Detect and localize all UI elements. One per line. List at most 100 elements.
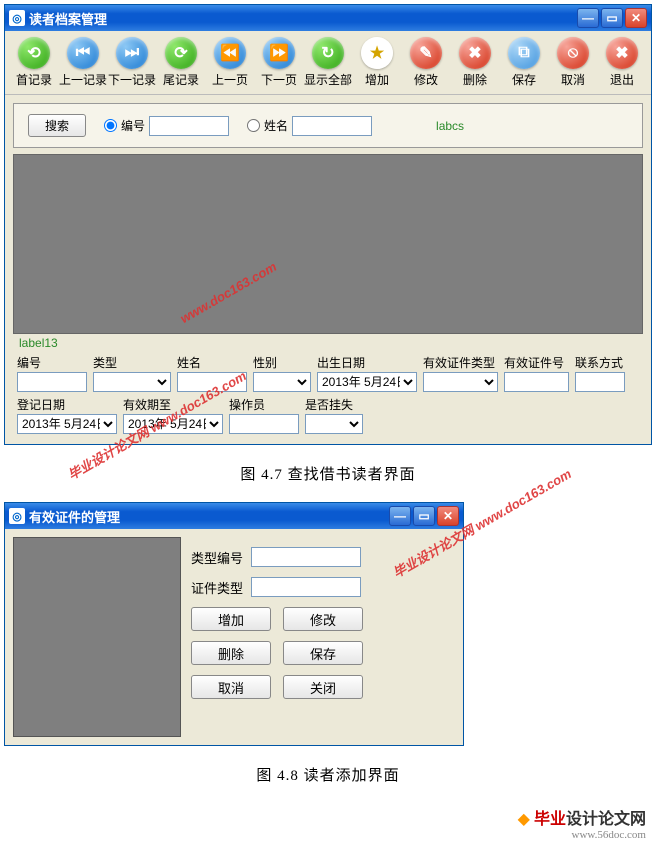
fld-cert-type[interactable] [251,577,361,597]
lbl-operator: 操作员 [229,396,299,413]
radio-id[interactable] [104,119,117,132]
fld-gender[interactable] [253,372,311,392]
exit-button[interactable]: ✖ 退出 [599,35,645,90]
id-input[interactable] [149,116,229,136]
fld-expire[interactable]: 2013年 5月24日 [123,414,223,434]
label13: label13 [13,334,643,352]
titlebar: ◎ 有效证件的管理 — ▭ ✕ [5,503,463,529]
fld-cert-no[interactable] [504,372,569,392]
lbl-name: 姓名 [177,354,247,371]
edit-button[interactable]: 修改 [283,607,363,631]
fld-operator[interactable] [229,414,299,434]
fld-lost[interactable] [305,414,363,434]
maximize-button[interactable]: ▭ [413,506,435,526]
cancel-button[interactable]: 取消 [191,675,271,699]
radio-name[interactable] [247,119,260,132]
add-button[interactable]: ★ 增加 [354,35,400,90]
save-button[interactable]: ⧉保存 [501,35,547,90]
save-button[interactable]: 保存 [283,641,363,665]
form-row-1: 编号 类型 姓名 性别 出生日期2013年 5月24日 有效证件类型 有效证件号… [13,352,643,394]
fld-contact[interactable] [575,372,625,392]
next-page-button[interactable]: ⏩ 下一页 [256,35,302,90]
search-button[interactable]: 搜索 [28,114,86,137]
lbl-birth: 出生日期 [317,354,417,371]
first-record-button[interactable]: ⟲ 首记录 [11,35,57,90]
radio-id-label: 编号 [121,117,145,134]
minimize-button[interactable]: — [389,506,411,526]
toolbar-label: 删除 [463,71,487,88]
figure-caption-1: 图 4.7 查找借书读者界面 [0,449,656,498]
fld-id[interactable] [17,372,87,392]
lbl-lost: 是否挂失 [305,396,363,413]
close-button[interactable]: ✕ [625,8,647,28]
window-title: 有效证件的管理 [29,507,389,526]
next-page-icon: ⏩ [263,37,295,69]
prev-record-button[interactable]: ⏮ 上一记录 [60,35,106,90]
add-icon: ★ [361,37,393,69]
prev-page-icon: ⏪ [214,37,246,69]
watermark: www.doc163.com [178,259,280,326]
fld-type-id[interactable] [251,547,361,567]
fld-reg-date[interactable]: 2013年 5月24日 [17,414,117,434]
labcs-label: labcs [430,117,470,135]
name-input[interactable] [292,116,372,136]
first-record-icon: ⟲ [18,37,50,69]
window-title: 读者档案管理 [29,9,577,28]
prev-record-icon: ⏮ [67,37,99,69]
lbl-contact: 联系方式 [575,354,625,371]
lbl-gender: 性别 [253,354,311,371]
toolbar: ⟲首记录⏮上一记录⏭下一记录⟳尾记录⏪上一页⏩下一页↻显示全部★增加✎修改✖删除… [5,31,651,95]
lbl-cert-no: 有效证件号 [504,354,569,371]
last-record-icon: ⟳ [165,37,197,69]
lbl-cert-type: 有效证件类型 [423,354,498,371]
footer-url: www.56doc.com [10,829,646,841]
data-grid[interactable]: www.doc163.com [13,154,643,334]
show-all-button[interactable]: ↻显示全部 [305,35,351,90]
form-row-2: 登记日期2013年 5月24日 有效期至2013年 5月24日 操作员 是否挂失 [13,394,643,436]
delete-button[interactable]: 删除 [191,641,271,665]
lbl-expire: 有效期至 [123,396,223,413]
certificate-mgmt-window: ◎ 有效证件的管理 — ▭ ✕ 类型编号 证件类型 增加 修改 删除 保存 [4,502,464,746]
close-button[interactable]: ✕ [437,506,459,526]
toolbar-label: 取消 [561,71,585,88]
figure-caption-2: 图 4.8 读者添加界面 [0,750,656,799]
toolbar-label: 下一页 [261,71,297,88]
cancel-button[interactable]: ⦸ 取消 [550,35,596,90]
exit-icon: ✖ [606,37,638,69]
close-button[interactable]: 关闭 [283,675,363,699]
maximize-button[interactable]: ▭ [601,8,623,28]
minimize-button[interactable]: — [577,8,599,28]
prev-page-button[interactable]: ⏪ 上一页 [207,35,253,90]
toolbar-label: 显示全部 [304,71,352,88]
app-icon: ◎ [9,10,25,26]
form-panel: 类型编号 证件类型 增加 修改 删除 保存 取消 关闭 [191,537,455,737]
toolbar-label: 下一记录 [108,71,156,88]
delete-button[interactable]: ✖删除 [452,35,498,90]
toolbar-label: 修改 [414,71,438,88]
toolbar-label: 上一记录 [59,71,107,88]
add-button[interactable]: 增加 [191,607,271,631]
toolbar-label: 增加 [365,71,389,88]
toolbar-label: 退出 [610,71,634,88]
cancel-icon: ⦸ [557,37,589,69]
next-record-button[interactable]: ⏭ 下一记录 [109,35,155,90]
lbl-id: 编号 [17,354,87,371]
toolbar-label: 上一页 [212,71,248,88]
fld-name[interactable] [177,372,247,392]
lbl-reg-date: 登记日期 [17,396,117,413]
fld-birth[interactable]: 2013年 5月24日 [317,372,417,392]
next-record-icon: ⏭ [116,37,148,69]
lbl-cert-type: 证件类型 [191,578,243,597]
radio-name-label: 姓名 [264,117,288,134]
last-record-button[interactable]: ⟳ 尾记录 [158,35,204,90]
footer-red: 毕业 [534,811,566,828]
toolbar-label: 尾记录 [163,71,199,88]
list-grid[interactable] [13,537,181,737]
edit-button[interactable]: ✎ 修改 [403,35,449,90]
lbl-type-id: 类型编号 [191,548,243,567]
edit-icon: ✎ [410,37,442,69]
toolbar-label: 首记录 [16,71,52,88]
fld-type[interactable] [93,372,171,392]
footer-black: 设计论文网 [566,811,646,828]
fld-cert-type[interactable] [423,372,498,392]
